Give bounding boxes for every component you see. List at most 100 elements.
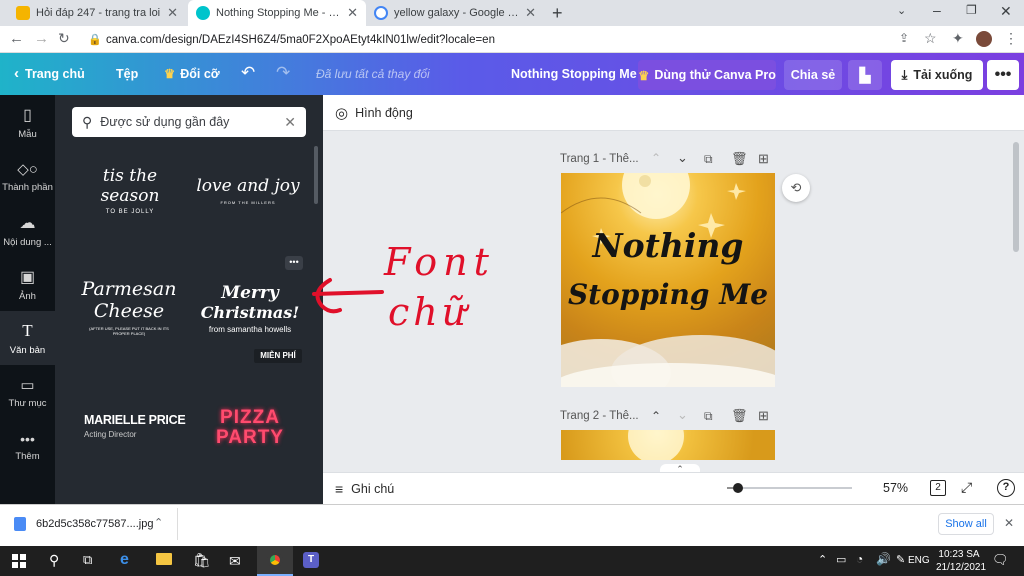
template-text: tis the season: [100, 165, 160, 206]
new-tab-icon[interactable]: +: [552, 3, 563, 24]
notifications-icon[interactable]: 🗨: [992, 552, 1009, 568]
mail-icon[interactable]: ✉: [229, 553, 241, 570]
design-page-1[interactable]: Nothing Stopping Me: [561, 173, 775, 387]
browser-tab-1[interactable]: Hỏi đáp 247 - trang tra loi ✕: [8, 0, 186, 26]
share-page-icon[interactable]: ⇪: [899, 31, 909, 45]
crown-icon: ♛: [164, 67, 176, 81]
extensions-icon[interactable]: ✦: [952, 30, 964, 47]
minimize-icon[interactable]: –: [933, 2, 941, 18]
teams-icon[interactable]: T: [303, 552, 319, 568]
canvas-scrollbar[interactable]: [1013, 142, 1019, 252]
close-tab-icon[interactable]: ✕: [347, 5, 358, 21]
file-menu-button[interactable]: Tệp: [116, 53, 138, 95]
back-icon[interactable]: ←: [9, 30, 24, 47]
add-page-icon[interactable]: ⊞: [758, 151, 769, 167]
zoom-slider-track[interactable]: [740, 487, 852, 489]
edge-icon[interactable]: e: [120, 551, 129, 569]
download-button[interactable]: ⤓ Tải xuống: [891, 60, 983, 90]
text-template-parmesan-cheese[interactable]: Parmesan Cheese (AFTER USE, PLEASE PUT I…: [72, 268, 186, 346]
show-hidden-icons-icon[interactable]: ⌃: [818, 553, 827, 566]
bookmark-star-icon[interactable]: ☆: [924, 30, 937, 47]
volume-icon[interactable]: 🔊: [876, 552, 891, 566]
clear-search-icon[interactable]: ✕: [284, 114, 296, 131]
rail-item-uploads[interactable]: ☁ Nội dung ...: [0, 203, 55, 257]
pen-icon[interactable]: ✎: [896, 553, 905, 566]
duplicate-page-icon[interactable]: ⧉: [704, 409, 713, 424]
resize-button[interactable]: ♛ Đổi cỡ: [164, 53, 220, 95]
rail-item-photos[interactable]: ▣ Ảnh: [0, 257, 55, 311]
zoom-slider-handle[interactable]: [733, 483, 743, 493]
page-2-title[interactable]: Trang 2 - Thê...: [560, 410, 639, 422]
try-canva-pro-button[interactable]: ♛ Dùng thử Canva Pro: [638, 60, 776, 90]
add-page-icon[interactable]: ⊞: [758, 408, 769, 424]
store-icon[interactable]: 🛍: [193, 552, 211, 569]
close-download-bar-icon[interactable]: ✕: [1004, 516, 1014, 530]
move-down-icon[interactable]: ⌄: [677, 407, 688, 423]
rail-item-label: Thư mục: [8, 397, 47, 409]
rail-item-elements[interactable]: ◇○ Thành phần: [0, 149, 55, 203]
clock[interactable]: 10:23 SA 21/12/2021: [936, 548, 986, 574]
chrome-menu-icon[interactable]: ⋮: [1004, 30, 1018, 47]
rail-item-text[interactable]: T Văn bản: [0, 311, 55, 365]
text-template-merry-christmas[interactable]: Merry Christmas! from samantha howells: [195, 275, 305, 341]
downloaded-file-name[interactable]: 6b2d5c358c77587....jpg: [36, 518, 153, 530]
text-template-tis-the-season[interactable]: tis the season TO BE JOLLY: [75, 160, 185, 220]
design-heading-line1[interactable]: Nothing: [561, 227, 775, 265]
delete-page-icon[interactable]: 🗑: [731, 151, 748, 167]
redo-icon[interactable]: ↷: [276, 63, 290, 83]
move-up-icon[interactable]: ⌃: [651, 151, 661, 165]
design-heading-line2[interactable]: Stopping Me: [561, 277, 775, 313]
design-title[interactable]: Nothing Stopping Me: [511, 53, 637, 95]
close-window-icon[interactable]: ✕: [1000, 3, 1012, 20]
move-up-icon[interactable]: ⌃: [651, 409, 661, 423]
chevron-up-icon[interactable]: ⌃: [154, 516, 163, 529]
undo-icon[interactable]: ↶: [241, 63, 255, 83]
share-button[interactable]: Chia sẻ: [784, 60, 842, 90]
close-tab-icon[interactable]: ✕: [525, 5, 536, 21]
battery-icon[interactable]: ▭: [836, 553, 846, 566]
reload-icon[interactable]: ↻: [58, 30, 70, 47]
page-count-button[interactable]: 2: [930, 480, 946, 496]
tab-search-icon[interactable]: ⌄: [897, 4, 906, 17]
rail-item-label: Ảnh: [19, 290, 36, 302]
windows-start-icon[interactable]: [12, 554, 26, 568]
profile-avatar[interactable]: [976, 31, 992, 47]
rotate-icon[interactable]: ⟲: [782, 174, 810, 202]
rail-item-templates[interactable]: ▯ Mẫu: [0, 95, 55, 149]
show-all-button[interactable]: Show all: [938, 513, 994, 535]
browser-tab-2[interactable]: Nothing Stopping Me - Logo ✕: [188, 0, 366, 26]
close-tab-icon[interactable]: ✕: [167, 5, 178, 21]
animate-button[interactable]: ◎ Hình động: [335, 104, 413, 122]
delete-page-icon[interactable]: 🗑: [731, 408, 748, 424]
text-template-pizza-party[interactable]: PIZZA PARTY: [200, 404, 300, 452]
bar-chart-icon: ▙: [859, 66, 871, 83]
file-explorer-icon[interactable]: [156, 553, 172, 565]
fullscreen-icon[interactable]: ⤢: [961, 479, 972, 496]
more-options-button[interactable]: •••: [987, 60, 1019, 90]
move-down-icon[interactable]: ⌄: [677, 150, 688, 166]
design-page-2[interactable]: [561, 430, 775, 460]
zoom-value[interactable]: 57%: [883, 481, 908, 495]
duplicate-page-icon[interactable]: ⧉: [704, 152, 713, 167]
clock-time: 10:23 SA: [938, 549, 980, 560]
maximize-icon[interactable]: ❐: [966, 3, 977, 17]
text-template-marielle-price[interactable]: MARIELLE PRICE Acting Director: [72, 408, 186, 444]
page-1-title[interactable]: Trang 1 - Thê...: [560, 153, 639, 165]
rail-item-more[interactable]: ••• Thêm: [0, 419, 55, 473]
rail-item-folder[interactable]: ▭ Thư mục: [0, 365, 55, 419]
notes-button[interactable]: ≡ Ghi chú: [335, 481, 394, 497]
insights-button[interactable]: ▙: [848, 60, 882, 90]
home-button[interactable]: ‹ Trang chủ: [14, 53, 85, 95]
help-icon[interactable]: ?: [997, 479, 1015, 497]
taskbar-search-icon[interactable]: ⚲: [49, 552, 59, 569]
language-indicator[interactable]: ENG: [908, 555, 930, 566]
browser-tab-3[interactable]: yellow galaxy - Google Tìm kiếm ✕: [366, 0, 544, 26]
task-view-icon[interactable]: ⧉: [83, 552, 92, 568]
panel-scrollbar[interactable]: [314, 146, 318, 204]
network-icon[interactable]: ◔: [856, 552, 863, 566]
search-input[interactable]: ⚲ Được sử dụng gần đây ✕: [72, 107, 306, 137]
forward-icon[interactable]: →: [34, 30, 49, 47]
folder-icon: ▭: [20, 376, 35, 394]
url-input[interactable]: 🔒 canva.com/design/DAEzI4SH6Z4/5ma0F2Xpo…: [80, 30, 940, 50]
text-template-love-and-joy[interactable]: love and joy FROM THE MILLERS: [195, 160, 301, 220]
